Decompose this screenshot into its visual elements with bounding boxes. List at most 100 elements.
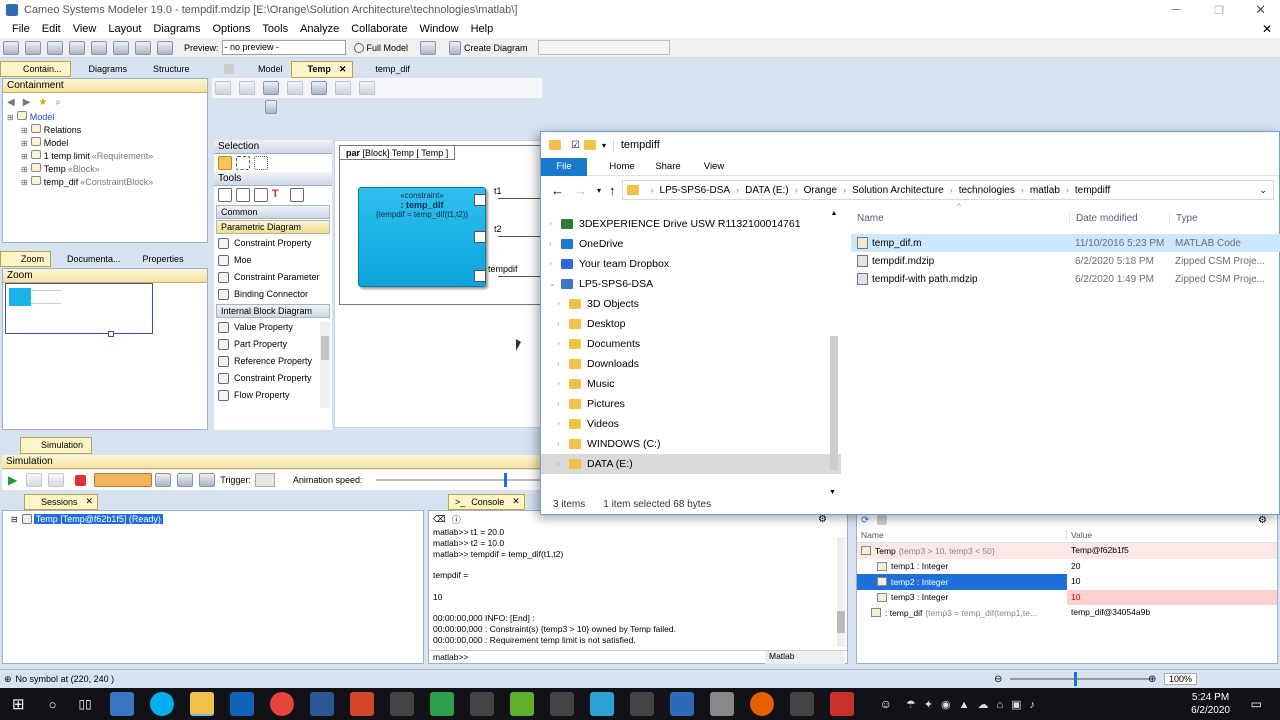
find-icon[interactable] (157, 40, 173, 55)
breadcrumb-separator-icon[interactable]: › (1021, 185, 1024, 195)
app-icon-7[interactable] (589, 692, 614, 716)
app-icon-3[interactable] (429, 692, 454, 716)
export-icon[interactable] (177, 473, 194, 487)
layout-icon[interactable] (420, 40, 437, 55)
copy-icon[interactable] (263, 81, 279, 95)
tray-icons[interactable]: ☂✦◉▲☁⌂▣♪ (906, 698, 1043, 711)
pointer-icon[interactable] (218, 156, 232, 170)
menu-view[interactable]: View (73, 23, 97, 35)
close-window-button[interactable]: ✕ (1255, 2, 1266, 18)
palette-item[interactable]: Binding Connector (214, 286, 332, 303)
word-icon[interactable] (309, 692, 334, 716)
file-row[interactable]: temp_dif.m 11/10/2016 5:23 PM MATLAB Code (851, 234, 1280, 252)
nav-item[interactable]: › 3D Objects (541, 294, 841, 314)
menu-edit[interactable]: Edit (42, 23, 61, 35)
tree-expander-icon[interactable]: ⊞ (21, 178, 28, 187)
console-scrollbar[interactable] (837, 537, 845, 647)
variable-row[interactable]: temp1 : Integer 20 (857, 558, 1277, 574)
text-tool-icon[interactable]: T (272, 188, 286, 202)
properties-icon[interactable]: ☑ (571, 140, 580, 151)
maximize-button[interactable]: ❐ (1214, 4, 1224, 17)
app-icon-6[interactable] (549, 692, 574, 716)
align-icon[interactable] (215, 81, 231, 95)
zoom-slider[interactable] (1010, 672, 1150, 686)
firefox-icon[interactable] (749, 692, 774, 716)
tree-item[interactable]: ⊞ 1 temp limit «Requirement» (7, 150, 207, 163)
path-icon[interactable] (335, 81, 351, 95)
tab-temp-dif[interactable]: temp_dif (353, 62, 418, 76)
qat-dropdown-icon[interactable]: ▾ (602, 141, 606, 150)
tab-properties[interactable]: Properties (127, 252, 190, 266)
palette-item[interactable]: Constraint Parameter (214, 269, 332, 286)
powerpoint-icon[interactable] (349, 692, 374, 716)
explorer-taskbar-icon[interactable] (189, 692, 214, 716)
nav-chevron-icon[interactable]: › (557, 414, 569, 434)
outlook-icon[interactable] (229, 692, 254, 716)
close-sessions-icon[interactable]: ✕ (86, 496, 94, 507)
fx-icon[interactable] (265, 100, 277, 114)
app-icon-5[interactable] (509, 692, 534, 716)
nav-item[interactable]: › Desktop (541, 314, 841, 334)
tree-item[interactable]: ⊞ Temp «Block» (7, 163, 207, 176)
animation-icon[interactable] (94, 473, 153, 487)
up-arrow-icon[interactable]: ↑ (609, 183, 616, 198)
menu-help[interactable]: Help (471, 23, 494, 35)
port-tempdif[interactable] (474, 270, 486, 282)
app-icon-9[interactable] (669, 692, 694, 716)
star-icon[interactable]: ★ (38, 97, 47, 108)
clock[interactable]: 5:24 PM 6/2/2020 (1191, 691, 1230, 717)
recent-dropdown-icon[interactable]: ▾ (597, 186, 601, 195)
port-t2[interactable] (474, 231, 486, 243)
tab-temp[interactable]: Temp ✕ (290, 60, 354, 78)
zoom-in-icon[interactable]: ⊕ (1148, 674, 1156, 685)
print-preview-icon[interactable] (91, 40, 107, 55)
nav-scroll-up[interactable]: ▲ (829, 210, 839, 217)
ribbon-share[interactable]: Share (645, 161, 691, 172)
zoom-out-icon[interactable]: ⊖ (994, 674, 1002, 685)
preview-select[interactable]: - no preview - (221, 40, 346, 55)
distribute-icon[interactable] (236, 188, 250, 202)
col-value[interactable]: Value (1067, 530, 1092, 540)
nav-chevron-icon[interactable]: › (557, 454, 569, 474)
file-row[interactable]: tempdif.mdzip 6/2/2020 5:18 PM Zipped CSM … (851, 252, 1280, 270)
nav-chevron-icon[interactable]: › (557, 294, 569, 314)
people-icon[interactable]: ☺ (880, 697, 892, 711)
chrome-icon[interactable] (269, 692, 294, 716)
zoom-viewport[interactable] (5, 283, 153, 337)
breadcrumb-separator-icon[interactable]: › (651, 185, 654, 195)
nav-scrollbar[interactable]: ▲ ▼ (829, 210, 839, 496)
nav-item[interactable]: › Videos (541, 414, 841, 434)
palette-item[interactable]: Constraint Property (214, 370, 332, 387)
section-ibd[interactable]: Internal Block Diagram (216, 304, 330, 318)
new-icon[interactable] (3, 40, 19, 55)
variable-row[interactable]: : temp_dif {temp3 = temp_dif(temp1,te... t… (857, 605, 1277, 621)
fill-icon[interactable] (359, 81, 375, 95)
nav-item[interactable]: ⌄ LP5-SPS6-DSA (541, 274, 841, 294)
zoom-slider-thumb[interactable] (1074, 672, 1077, 686)
tree-item[interactable]: ⊞ Model (7, 137, 207, 150)
skype-icon[interactable] (149, 692, 174, 716)
close-console-icon[interactable]: ✕ (512, 496, 520, 507)
menu-collaborate[interactable]: Collaborate (351, 23, 407, 35)
section-common[interactable]: Common (216, 205, 330, 219)
variable-row[interactable]: temp3 : Integer 10 (857, 589, 1277, 605)
tab-console[interactable]: >_ Console ✕ (448, 493, 525, 510)
palette-item[interactable]: Reference Property (214, 353, 332, 370)
nav-chevron-icon[interactable]: › (557, 334, 569, 354)
minimize-button[interactable]: ─ (1172, 4, 1180, 16)
tree-expander-icon[interactable]: ⊞ (21, 139, 28, 148)
port-t1[interactable] (474, 194, 486, 206)
nav-chevron-icon[interactable]: › (557, 354, 569, 374)
variables-settings-icon[interactable]: ⚙ (1258, 515, 1267, 526)
notification-icon[interactable]: ▭ (1251, 697, 1262, 711)
breadcrumb-separator-icon[interactable]: › (1066, 185, 1069, 195)
nav-item[interactable]: › Documents (541, 334, 841, 354)
app-icon-8[interactable] (629, 692, 654, 716)
undo-icon[interactable] (113, 40, 129, 55)
variable-value[interactable]: 20 (1067, 558, 1277, 574)
breadcrumb-separator-icon[interactable]: › (950, 185, 953, 195)
expander-icon[interactable]: ⊟ (11, 515, 18, 524)
diagram-type-select[interactable] (537, 40, 670, 55)
app-icon-4[interactable] (469, 692, 494, 716)
ribbon-file[interactable]: File (541, 157, 587, 176)
